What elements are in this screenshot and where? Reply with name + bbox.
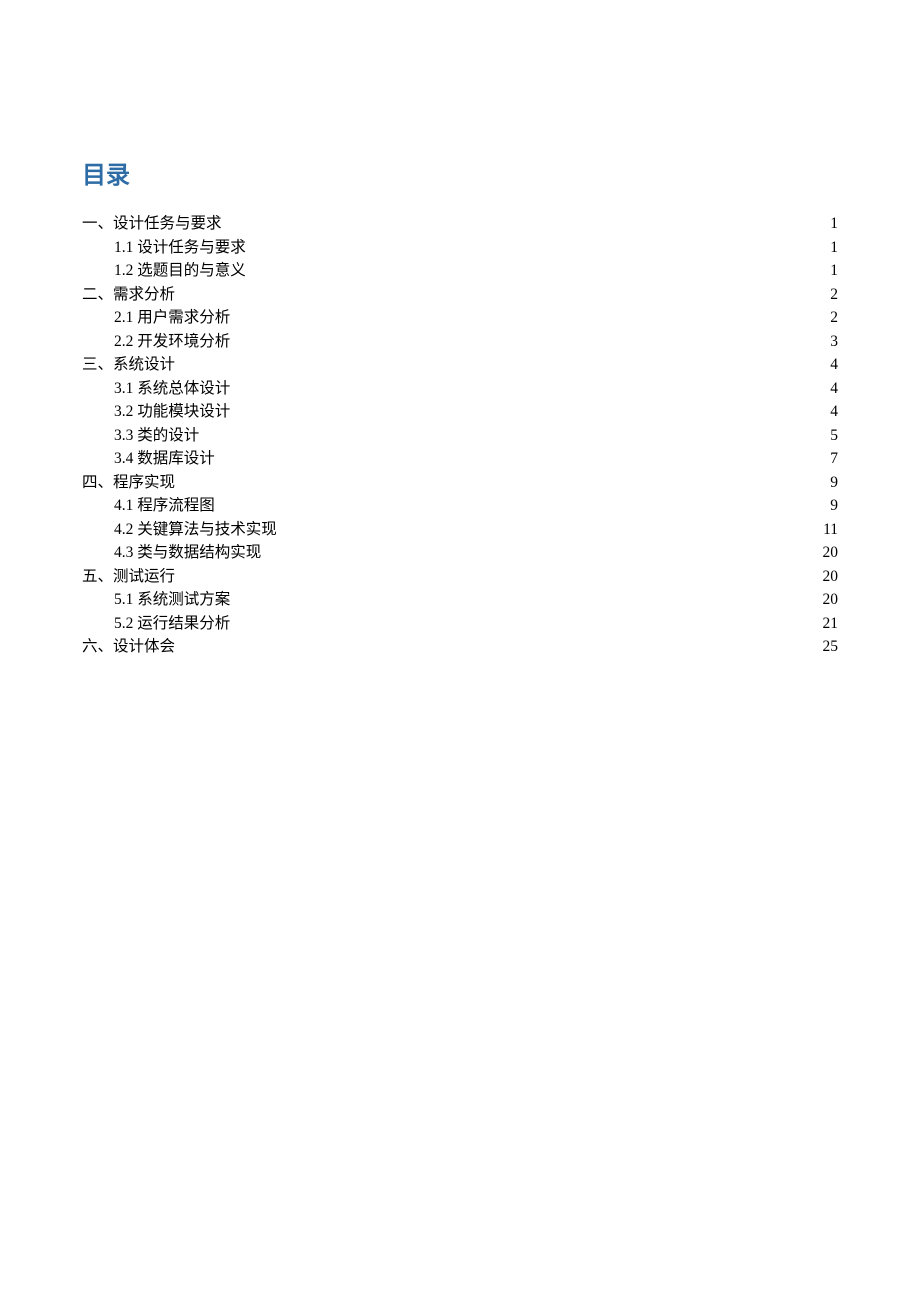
toc-entry[interactable]: 2.1 用户需求分析 2 (82, 306, 838, 330)
toc-entry[interactable]: 3.1 系统总体设计 4 (82, 377, 838, 401)
toc-entry-page: 9 (830, 494, 838, 518)
toc-container: 一、设计任务与要求11.1 设计任务与要求11.2 选题目的与意义1二、需求分析… (82, 212, 838, 659)
toc-entry-label: 3.1 系统总体设计 (114, 377, 230, 401)
toc-entry-page: 20 (823, 588, 839, 612)
toc-entry-page: 1 (830, 236, 838, 260)
toc-entry[interactable]: 3.3 类的设计 5 (82, 424, 838, 448)
toc-entry-label: 六、设计体会 (82, 635, 175, 659)
toc-entry[interactable]: 3.4 数据库设计 7 (82, 447, 838, 471)
toc-entry[interactable]: 4.2 关键算法与技术实现 11 (82, 518, 838, 542)
toc-entry[interactable]: 二、需求分析 2 (82, 283, 838, 307)
toc-entry-label: 一、设计任务与要求 (82, 212, 222, 236)
toc-entry-label: 四、程序实现 (82, 471, 175, 495)
toc-entry-label: 二、需求分析 (82, 283, 175, 307)
toc-entry[interactable]: 4.1 程序流程图 9 (82, 494, 838, 518)
toc-entry-page: 20 (823, 565, 839, 589)
toc-entry[interactable]: 一、设计任务与要求 1 (82, 212, 838, 236)
toc-entry-label: 4.2 关键算法与技术实现 (114, 518, 277, 542)
toc-entry-page: 25 (823, 635, 839, 659)
toc-entry-page: 2 (830, 306, 838, 330)
toc-entry-page: 7 (830, 447, 838, 471)
toc-entry-label: 2.2 开发环境分析 (114, 330, 230, 354)
toc-entry[interactable]: 4.3 类与数据结构实现 20 (82, 541, 838, 565)
toc-entry-label: 4.1 程序流程图 (114, 494, 215, 518)
toc-entry-label: 5.2 运行结果分析 (114, 612, 230, 636)
toc-entry-label: 1.1 设计任务与要求 (114, 236, 246, 260)
toc-entry-page: 9 (830, 471, 838, 495)
toc-entry-page: 3 (830, 330, 838, 354)
toc-entry-label: 1.2 选题目的与意义 (114, 259, 246, 283)
toc-entry[interactable]: 1.1 设计任务与要求 1 (82, 236, 838, 260)
toc-entry-label: 2.1 用户需求分析 (114, 306, 230, 330)
toc-entry-page: 21 (823, 612, 839, 636)
toc-entry[interactable]: 2.2 开发环境分析 3 (82, 330, 838, 354)
toc-entry-page: 11 (823, 518, 838, 542)
toc-title: 目录 (82, 155, 838, 190)
toc-entry[interactable]: 三、系统设计 4 (82, 353, 838, 377)
toc-entry-label: 五、测试运行 (82, 565, 175, 589)
toc-entry-page: 1 (830, 259, 838, 283)
toc-entry-page: 4 (830, 377, 838, 401)
toc-entry[interactable]: 3.2 功能模块设计 4 (82, 400, 838, 424)
toc-entry[interactable]: 五、测试运行 20 (82, 565, 838, 589)
toc-entry-page: 2 (830, 283, 838, 307)
toc-entry[interactable]: 1.2 选题目的与意义 1 (82, 259, 838, 283)
toc-entry-page: 1 (830, 212, 838, 236)
toc-entry[interactable]: 四、程序实现 9 (82, 471, 838, 495)
toc-entry-page: 20 (823, 541, 839, 565)
toc-entry-page: 4 (830, 353, 838, 377)
toc-entry-label: 三、系统设计 (82, 353, 175, 377)
toc-entry[interactable]: 5.1 系统测试方案 20 (82, 588, 838, 612)
toc-entry-page: 4 (830, 400, 838, 424)
toc-entry[interactable]: 六、设计体会 25 (82, 635, 838, 659)
toc-entry-label: 5.1 系统测试方案 (114, 588, 230, 612)
toc-entry-label: 3.3 类的设计 (114, 424, 199, 448)
toc-entry-label: 3.2 功能模块设计 (114, 400, 230, 424)
toc-entry-page: 5 (830, 424, 838, 448)
toc-entry[interactable]: 5.2 运行结果分析 21 (82, 612, 838, 636)
toc-entry-label: 4.3 类与数据结构实现 (114, 541, 261, 565)
toc-entry-label: 3.4 数据库设计 (114, 447, 215, 471)
